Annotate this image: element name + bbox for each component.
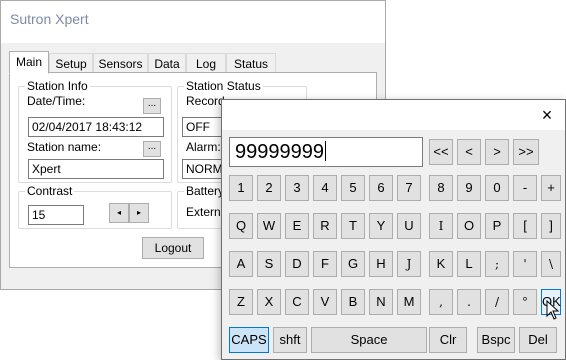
key-char[interactable]: K — [429, 251, 453, 277]
key-char[interactable]: A — [229, 251, 253, 277]
key-char[interactable]: ] — [541, 213, 561, 239]
key-char[interactable]: J — [397, 251, 421, 277]
key-char[interactable]: P — [485, 213, 509, 239]
text-caret — [324, 141, 326, 161]
key-right[interactable]: > — [485, 139, 509, 165]
datetime-field[interactable]: 02/04/2017 18:43:12 — [28, 117, 164, 137]
key-char[interactable]: , — [429, 289, 453, 315]
close-icon[interactable]: × — [529, 100, 565, 130]
key-char[interactable]: 6 — [369, 175, 393, 201]
contrast-legend: Contrast — [27, 184, 73, 198]
key-char[interactable]: F — [313, 251, 337, 277]
station-info-legend: Station Info — [27, 79, 88, 93]
key-char[interactable]: U — [397, 213, 421, 239]
alarm-label: Alarm: — [186, 140, 221, 154]
recording-label: Record — [186, 94, 225, 108]
datetime-label: Date/Time: — [27, 94, 86, 108]
contrast-increase-button[interactable]: ▸ — [129, 203, 149, 223]
key-char[interactable]: / — [485, 289, 509, 315]
key-backspace[interactable]: Bspc — [477, 327, 515, 353]
keyboard-entry-field[interactable]: 99999999 — [229, 137, 423, 167]
key-char[interactable]: H — [369, 251, 393, 277]
key-char[interactable]: ° — [513, 289, 537, 315]
key-char[interactable]: B — [341, 289, 365, 315]
contrast-decrease-button[interactable]: ◂ — [109, 203, 129, 223]
key-home[interactable]: << — [429, 139, 453, 165]
keyboard-entry-text: 99999999 — [235, 141, 324, 163]
key-char[interactable]: 3 — [285, 175, 309, 201]
key-char[interactable]: T — [341, 213, 365, 239]
key-char[interactable]: W — [257, 213, 281, 239]
key-left[interactable]: < — [457, 139, 481, 165]
station-name-field[interactable]: Xpert — [28, 159, 164, 179]
key-clear[interactable]: Clr — [429, 327, 467, 353]
tab-log[interactable]: Log — [186, 53, 226, 73]
battery-legend: Battery — [186, 184, 225, 198]
key-char[interactable]: R — [313, 213, 337, 239]
key-char[interactable]: Y — [369, 213, 393, 239]
key-char[interactable]: I — [429, 213, 453, 239]
datetime-browse-button[interactable]: ... — [143, 98, 161, 114]
station-name-label: Station name: — [27, 140, 102, 154]
key-char[interactable]: 2 — [257, 175, 281, 201]
key-char[interactable]: E — [285, 213, 309, 239]
key-char[interactable]: 7 — [397, 175, 421, 201]
key-char[interactable]: 5 — [341, 175, 365, 201]
key-char[interactable]: [ — [513, 213, 537, 239]
key-end[interactable]: >> — [513, 139, 539, 165]
key-char[interactable]: M — [397, 289, 421, 315]
key-char[interactable]: Q — [229, 213, 253, 239]
key-char[interactable]: 1 — [229, 175, 253, 201]
key-char[interactable]: C — [285, 289, 309, 315]
key-char[interactable]: ; — [485, 251, 509, 277]
app-title: Sutron Xpert — [10, 11, 89, 27]
key-char[interactable]: ' — [513, 251, 537, 277]
key-char[interactable]: + — [541, 175, 561, 201]
key-char[interactable]: . — [457, 289, 481, 315]
key-char[interactable]: N — [369, 289, 393, 315]
key-char[interactable]: 8 — [429, 175, 453, 201]
key-char[interactable]: 0 — [485, 175, 509, 201]
station-status-legend: Station Status — [186, 79, 261, 93]
key-char[interactable]: D — [285, 251, 309, 277]
key-delete[interactable]: Del — [519, 327, 557, 353]
key-char[interactable]: \ — [541, 251, 561, 277]
tab-status[interactable]: Status — [226, 53, 276, 73]
tab-setup[interactable]: Setup — [49, 53, 93, 73]
app-titlebar: Sutron Xpert — [1, 1, 385, 43]
key-char[interactable]: - — [513, 175, 537, 201]
key-char[interactable]: S — [257, 251, 281, 277]
key-char[interactable]: X — [257, 289, 281, 315]
station-name-browse-button[interactable]: ... — [143, 141, 161, 157]
key-char[interactable]: G — [341, 251, 365, 277]
key-char[interactable]: 9 — [457, 175, 481, 201]
key-char[interactable]: Z — [229, 289, 253, 315]
key-shift[interactable]: shft — [273, 327, 307, 353]
contrast-value-field[interactable]: 15 — [28, 205, 84, 225]
key-char[interactable]: 4 — [313, 175, 337, 201]
tab-main[interactable]: Main — [9, 51, 49, 74]
key-caps[interactable]: CAPS — [229, 327, 269, 353]
key-space[interactable]: Space — [311, 327, 427, 353]
keyboard-dialog: × 99999999 << < > >> 1 2 3 4 5 6 7 8 9 0- + Q W E R T Y U… — [221, 99, 566, 360]
tab-data[interactable]: Data — [148, 53, 186, 73]
mouse-cursor-icon — [546, 300, 560, 320]
keyboard-titlebar: × — [222, 100, 565, 130]
key-char[interactable]: O — [457, 213, 481, 239]
tab-sensors[interactable]: Sensors — [93, 53, 148, 73]
logout-button[interactable]: Logout — [142, 237, 204, 259]
key-char[interactable]: L — [457, 251, 481, 277]
key-char[interactable]: V — [313, 289, 337, 315]
